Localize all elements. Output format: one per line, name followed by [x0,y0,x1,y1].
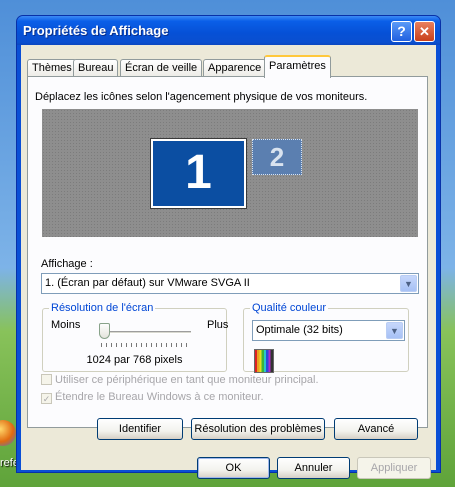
display-select[interactable]: 1. (Écran par défaut) sur VMware SVGA II… [41,273,419,294]
troubleshoot-button[interactable]: Résolution des problèmes [191,418,325,440]
tab-apparence[interactable]: Apparence [203,59,267,77]
display-label: Affichage : [41,258,93,270]
tab-parametres[interactable]: Paramètres [264,55,331,78]
checkbox-box[interactable] [41,374,52,385]
color-quality-label: Qualité couleur [250,302,328,314]
help-button[interactable]: ? [391,21,412,42]
display-select-value: 1. (Écran par défaut) sur VMware SVGA II [45,277,250,289]
resolution-slider-track[interactable] [101,331,191,334]
monitor-arrangement-area: 1 2 [42,109,418,237]
color-quality-group: Qualité couleur Optimale (32 bits) ▼ [243,302,409,373]
less-label: Moins [51,319,81,331]
resolution-group-label: Résolution de l'écran [49,302,156,314]
chevron-down-icon[interactable]: ▼ [400,275,417,292]
extend-desktop-checkbox[interactable]: ✓ Étendre le Bureau Windows à ce moniteur… [41,391,264,404]
monitor-1[interactable]: 1 [150,138,247,209]
resolution-group: Résolution de l'écran Moins Plus 1024 pa… [42,302,229,372]
advanced-button[interactable]: Avancé [334,418,418,440]
color-quality-value: Optimale (32 bits) [256,324,343,336]
tab-themes[interactable]: Thèmes [27,59,77,77]
ok-button[interactable]: OK [197,457,270,479]
apply-button[interactable]: Appliquer [357,457,431,479]
color-quality-select[interactable]: Optimale (32 bits) ▼ [252,320,405,341]
instruction-text: Déplacez les icônes selon l'agencement p… [35,91,368,103]
tab-ecran-de-veille[interactable]: Écran de veille [120,59,203,77]
extend-desktop-label: Étendre le Bureau Windows à ce moniteur. [55,391,264,403]
chevron-down-icon[interactable]: ▼ [386,322,403,339]
color-palette-icon [254,349,274,373]
close-button[interactable]: ✕ [414,21,435,42]
title-bar[interactable]: Propriétés de Affichage ? ✕ [17,16,440,45]
resolution-slider-thumb[interactable] [99,323,110,339]
more-label: Plus [207,319,229,331]
tab-bureau[interactable]: Bureau [73,59,119,77]
dialog-client-area: Thèmes Bureau Écran de veille Apparence … [21,45,436,479]
desktop-shortcut-icon[interactable] [0,420,16,446]
check-icon[interactable]: ✓ [41,393,52,404]
cancel-button[interactable]: Annuler [277,457,350,479]
display-properties-window: Propriétés de Affichage ? ✕ Thèmes Burea… [16,15,441,479]
primary-monitor-checkbox[interactable]: Utiliser ce périphérique en tant que mon… [41,374,319,386]
window-title: Propriétés de Affichage [23,23,169,38]
slider-ticks [101,343,191,347]
resolution-value: 1024 par 768 pixels [86,354,183,366]
monitor-2[interactable]: 2 [252,139,302,175]
identify-button[interactable]: Identifier [97,418,183,440]
primary-monitor-label: Utiliser ce périphérique en tant que mon… [55,374,319,386]
